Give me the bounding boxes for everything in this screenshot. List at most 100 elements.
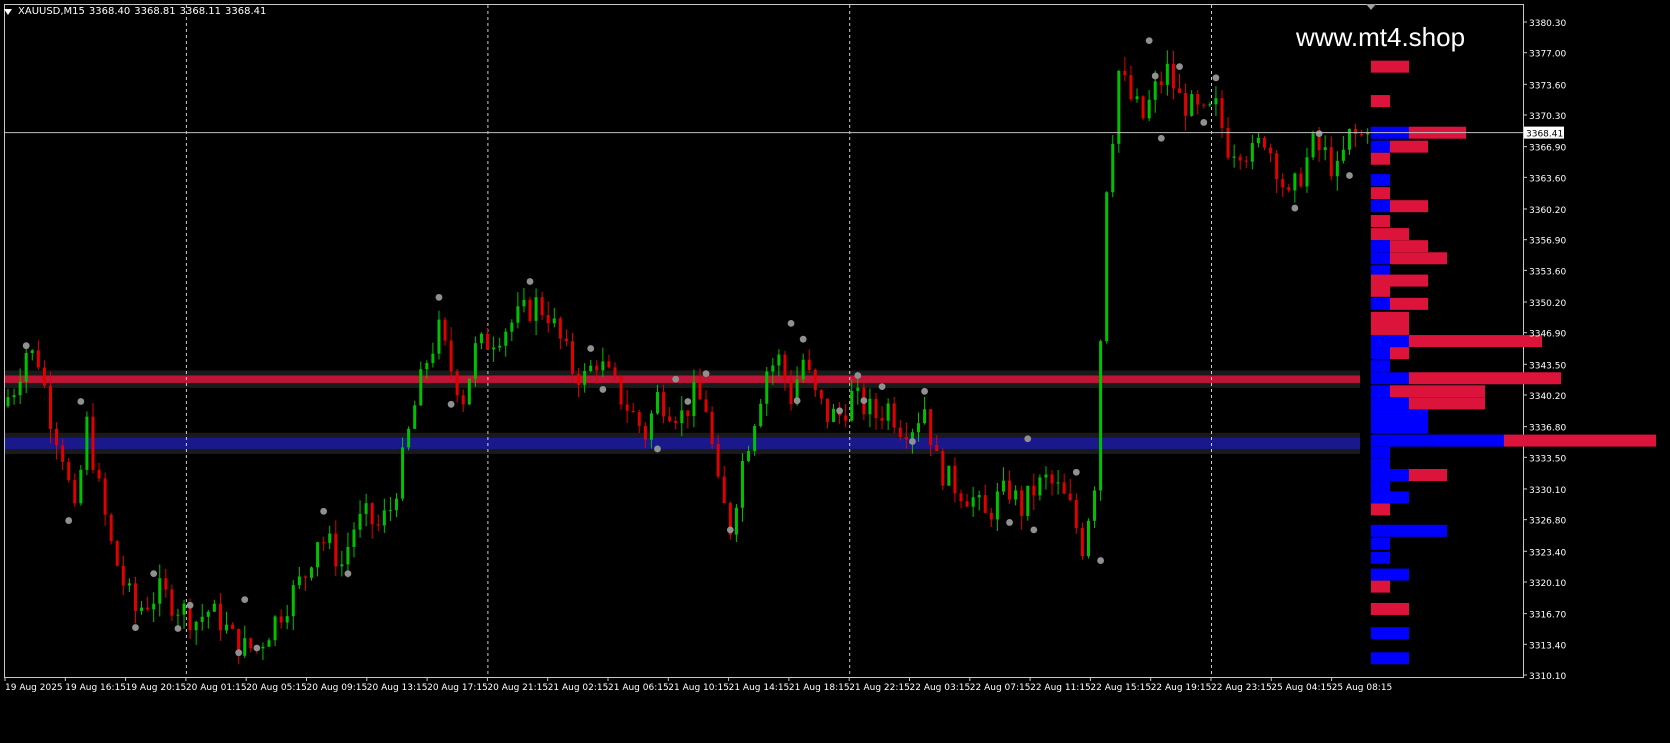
candle-body [152, 603, 156, 610]
collapse-triangle-icon[interactable] [4, 8, 12, 15]
candle-body [461, 395, 465, 405]
candle-body [1281, 179, 1285, 188]
candle-body [261, 646, 265, 649]
candle-body [267, 640, 271, 647]
candle-body [1026, 485, 1030, 516]
candle-body [146, 607, 150, 610]
candle-body [832, 408, 836, 422]
candle-body [1171, 63, 1175, 89]
candle-body [498, 345, 502, 348]
candle-body [492, 347, 496, 350]
swing-point-marker [587, 345, 595, 352]
shift-marker-icon[interactable] [1366, 4, 1376, 10]
candle-body [1293, 173, 1297, 191]
time-tick-label: 21 Aug 22:15 [849, 683, 910, 693]
candle-body [753, 426, 757, 451]
candle-body [953, 465, 957, 494]
candle-body [1044, 474, 1048, 478]
candle-body [97, 469, 101, 479]
price-axis[interactable]: 3380.30 3377.00 3373.60 3370.30 3366.90 3363.… [1523, 19, 1566, 682]
candle-body [182, 603, 186, 615]
candle-body [127, 583, 131, 586]
ohlc-high: 3368.81 [134, 6, 176, 17]
profile-bar-sell [1409, 397, 1485, 410]
resistance-zone [5, 375, 1360, 383]
candle-body [1354, 128, 1358, 135]
candle-body [971, 497, 975, 507]
price-tick-label: 3346.90 [1529, 330, 1566, 340]
candle-body [55, 428, 59, 446]
swing-point-marker [1006, 519, 1013, 526]
profile-bar-sell [1371, 152, 1390, 165]
candle-body [583, 371, 587, 385]
candle-body [923, 409, 927, 424]
price-tick-label: 3353.60 [1529, 267, 1566, 277]
time-tick-label: 22 Aug 19:15 [1151, 683, 1212, 693]
profile-bar-sell [1371, 95, 1390, 108]
candle-body [334, 533, 338, 567]
candle-body [231, 624, 235, 629]
candle-body [1086, 520, 1090, 557]
candle-body [18, 381, 22, 396]
time-tick-label: 20 Aug 05:15 [246, 683, 307, 693]
time-tick-label: 21 Aug 02:15 [548, 683, 609, 693]
swing-point-marker [793, 397, 801, 404]
swing-point-marker [654, 445, 661, 453]
candles-layer[interactable] [6, 50, 1370, 664]
candle-body [534, 297, 538, 321]
price-tick-label: 3323.40 [1529, 548, 1566, 558]
swing-point-marker [787, 319, 795, 327]
candle-body [1196, 94, 1200, 105]
swing-point-marker [1315, 130, 1323, 138]
candle-body [1190, 94, 1194, 116]
candle-body [1208, 104, 1212, 106]
candle-body [79, 469, 83, 504]
candle-body [273, 616, 277, 641]
candle-body [607, 361, 611, 368]
profile-bar-buy [1371, 174, 1390, 187]
candle-body [613, 367, 617, 377]
profile-bar-buy [1371, 524, 1447, 537]
profile-bar-buy [1371, 434, 1504, 447]
swing-point-marker [1212, 74, 1220, 82]
candle-body [904, 436, 908, 440]
profile-bar-sell [1409, 335, 1542, 348]
swing-point-marker [447, 400, 455, 408]
candle-body [1014, 490, 1018, 500]
candle-body [643, 425, 647, 440]
swing-point-marker [1024, 435, 1032, 443]
swing-point-marker [241, 596, 249, 604]
time-axis[interactable]: 19 Aug 2025 19 Aug 16:15 19 Aug 20:15 20 Au… [4, 677, 1392, 693]
candle-body [1238, 156, 1242, 161]
price-tick-label: 3370.30 [1529, 112, 1566, 122]
candle-body [959, 493, 963, 502]
candle-body [546, 315, 550, 324]
swing-point-marker [77, 398, 85, 405]
candle-body [30, 350, 34, 354]
candle-body [443, 319, 447, 341]
price-chart[interactable]: 3368.41 3380.30 3377.00 3373.60 3370.30 3366… [0, 0, 1670, 743]
profile-bar-buy [1371, 627, 1409, 640]
plot-frame [4, 4, 1524, 678]
profile-bar-sell [1371, 580, 1390, 593]
candle-body [109, 514, 113, 542]
price-tick-label: 3366.90 [1529, 144, 1566, 154]
candle-body [649, 413, 653, 440]
candle-body [1080, 528, 1084, 557]
swing-point-marker [1097, 557, 1104, 564]
candle-body [388, 510, 392, 512]
candle-body [740, 461, 744, 508]
profile-bar-sell [1371, 60, 1409, 73]
profile-bar-buy [1371, 551, 1390, 564]
swing-point-marker [878, 383, 886, 391]
candle-body [619, 376, 623, 405]
candle-body [1093, 490, 1097, 521]
chart-window[interactable]: 3368.41 3380.30 3377.00 3373.60 3370.30 3366… [0, 0, 1670, 743]
profile-bar-sell [1409, 372, 1561, 385]
profile-bar-buy [1371, 481, 1390, 494]
price-tick-label: 3377.00 [1529, 50, 1566, 60]
candle-body [504, 331, 508, 346]
time-tick-label: 19 Aug 20:15 [126, 683, 187, 693]
swing-markers [22, 37, 1353, 657]
candle-body [995, 491, 999, 520]
